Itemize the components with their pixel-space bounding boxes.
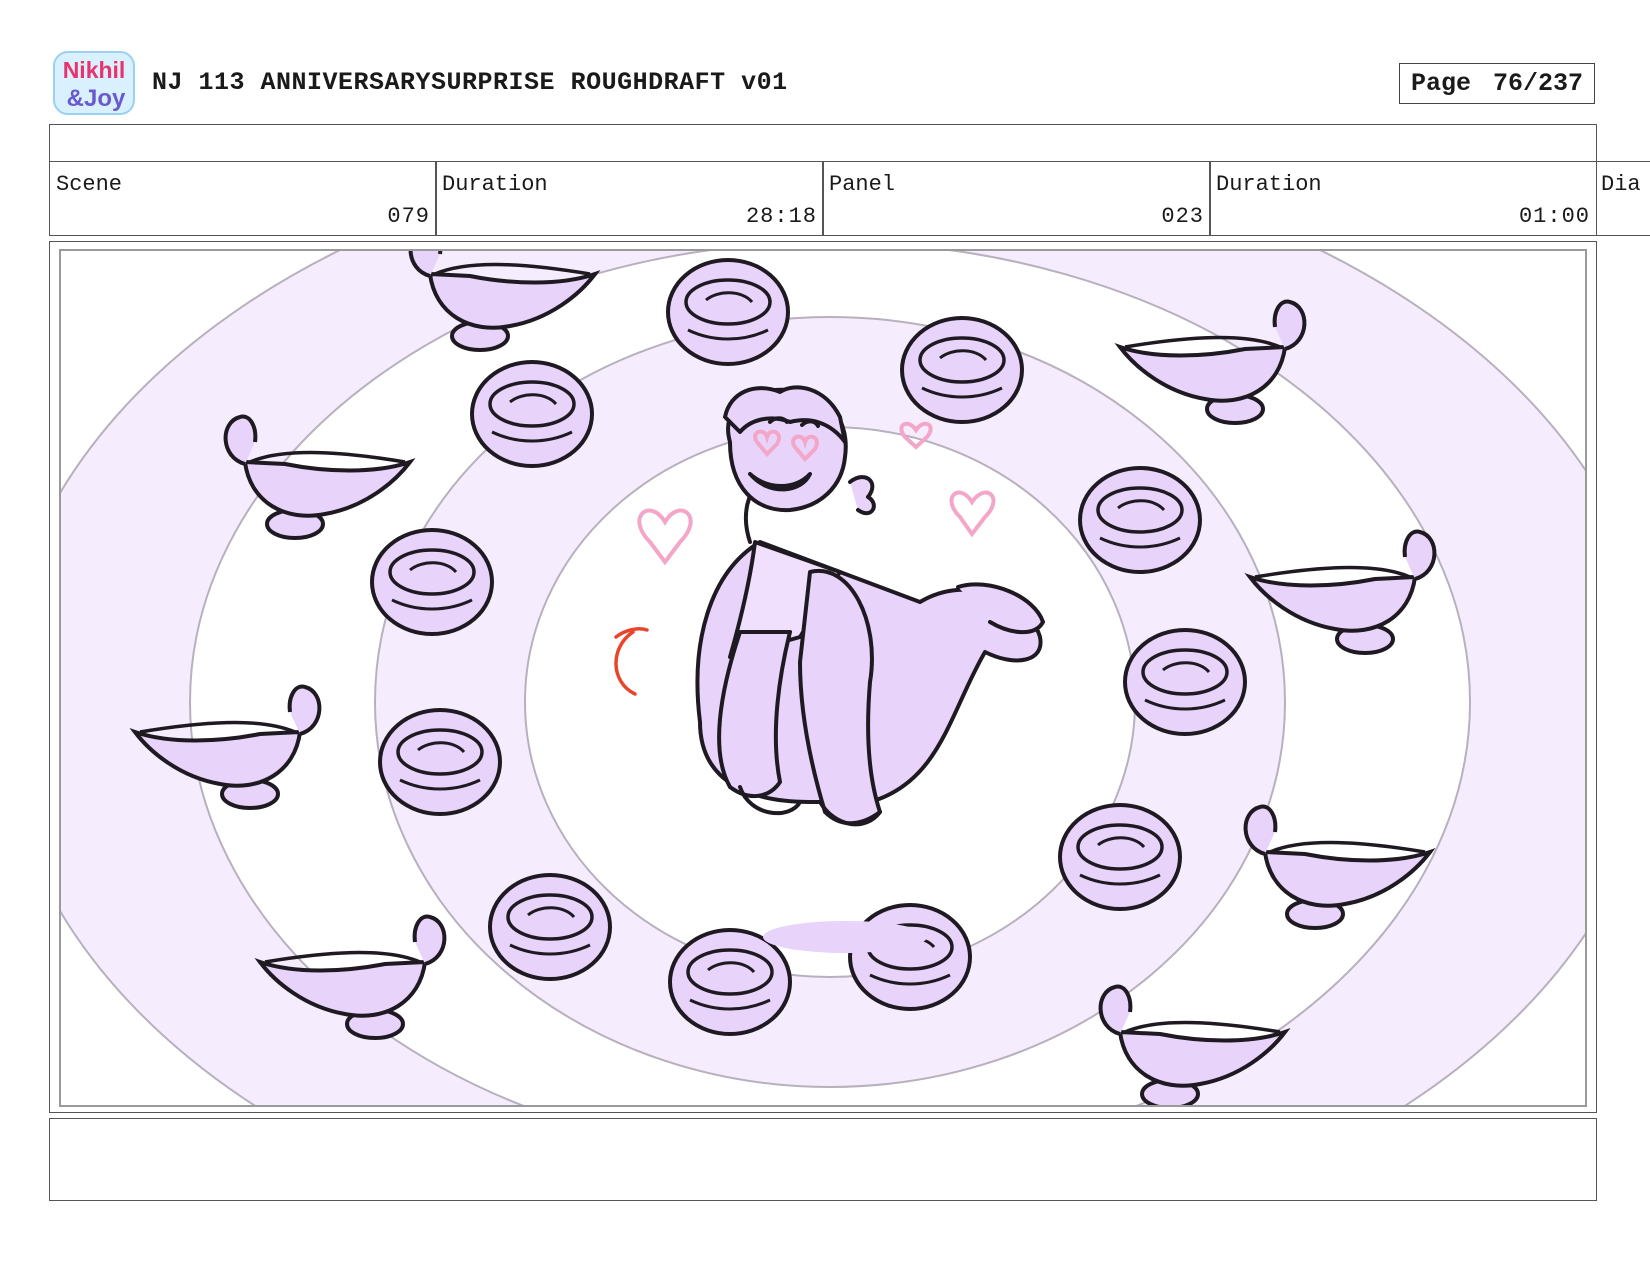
panel-value: 023 bbox=[1161, 204, 1204, 229]
bowl bbox=[900, 316, 1024, 424]
notes-box bbox=[49, 1118, 1597, 1201]
bowl bbox=[488, 873, 612, 981]
top-strip bbox=[49, 124, 1597, 162]
panel-cell: Panel 023 bbox=[822, 161, 1211, 236]
dialogue-cell: Dia bbox=[1595, 161, 1650, 236]
panel-duration-cell: Duration 01:00 bbox=[1209, 161, 1597, 236]
panel-label: Panel bbox=[829, 172, 896, 197]
bowl bbox=[470, 360, 594, 468]
scene-duration-cell: Duration 28:18 bbox=[435, 161, 824, 236]
bowl bbox=[668, 928, 792, 1036]
document-title: NJ 113 ANNIVERSARYSURPRISE ROUGHDRAFT v0… bbox=[152, 68, 788, 97]
storyboard-panel bbox=[49, 241, 1597, 1113]
logo-line2: &Joy bbox=[67, 85, 126, 112]
scene-cell: Scene 079 bbox=[49, 161, 437, 236]
bowl bbox=[1078, 466, 1202, 574]
info-row: Scene 079 Duration 28:18 Panel 023 Durat… bbox=[49, 161, 1650, 236]
page-value: 76/237 bbox=[1493, 69, 1584, 98]
storyboard-sketch bbox=[59, 249, 1587, 1107]
logo: Nikhil &Joy bbox=[52, 50, 136, 116]
logo-line1: Nikhil bbox=[63, 57, 126, 83]
scene-duration-value: 28:18 bbox=[745, 204, 817, 229]
scene-duration-label: Duration bbox=[442, 172, 548, 197]
bowl bbox=[370, 528, 494, 636]
scene-value: 079 bbox=[387, 204, 430, 229]
panel-duration-value: 01:00 bbox=[1518, 204, 1590, 229]
bowl bbox=[666, 258, 790, 366]
dialogue-label: Dia bbox=[1601, 172, 1641, 197]
bowl bbox=[1123, 628, 1247, 736]
scene-label: Scene bbox=[56, 172, 123, 197]
bowl bbox=[378, 708, 502, 816]
panel-duration-label: Duration bbox=[1216, 172, 1322, 197]
bowl bbox=[848, 903, 972, 1011]
page-label: Page bbox=[1410, 69, 1471, 98]
page-counter: Page 76/237 bbox=[1399, 63, 1595, 104]
bowl bbox=[1058, 803, 1182, 911]
